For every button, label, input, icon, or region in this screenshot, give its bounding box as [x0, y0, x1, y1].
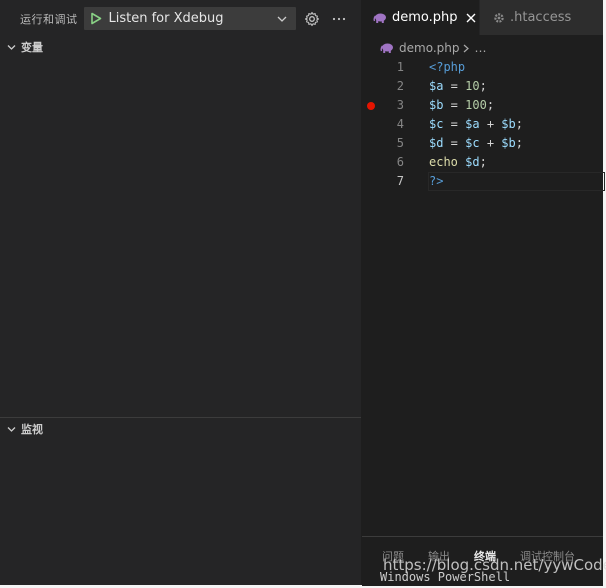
chevron-down-icon: [7, 426, 16, 432]
debug-config-select[interactable]: Listen for Xdebug: [83, 7, 296, 30]
php-elephant-icon: [380, 43, 393, 53]
gear-icon: [494, 12, 504, 23]
watch-section-label: 监视: [21, 423, 43, 436]
tab-demo-php[interactable]: demo.php: [362, 0, 479, 35]
gear-icon[interactable]: [301, 8, 323, 30]
code-token: $a: [465, 117, 480, 131]
tab-label: demo.php: [392, 10, 458, 25]
line-number: 3: [396, 98, 404, 112]
breadcrumb-symbol[interactable]: …: [474, 41, 486, 55]
code-token: =: [443, 79, 466, 93]
code-text: $c = $a + $b;: [429, 115, 523, 134]
php-elephant-icon: [373, 13, 386, 23]
code-line[interactable]: 1 <?php: [362, 58, 603, 77]
line-number: 7: [396, 174, 404, 188]
chevron-right-icon: [464, 44, 470, 52]
code-token: =: [443, 117, 466, 131]
code-token: echo: [429, 155, 458, 169]
code-editor[interactable]: 1 <?php 2 $a = 10; 3 $b = 100; 4 $c = $a + $b; 5…: [362, 58, 605, 191]
code-token: $d: [429, 136, 444, 150]
tab-htaccess[interactable]: .htaccess: [480, 0, 603, 35]
debug-toolbar: 运行和调试 Listen for Xdebug: [0, 0, 361, 37]
code-token: +: [479, 136, 502, 150]
code-line[interactable]: 3 $b = 100;: [362, 96, 603, 115]
line-number: 4: [396, 117, 404, 131]
code-token: $b: [501, 136, 516, 150]
code-line[interactable]: 6 echo $d;: [362, 153, 603, 172]
line-number: 6: [396, 155, 404, 169]
code-text: echo $d;: [429, 153, 487, 172]
code-token: ;: [515, 136, 523, 150]
line-number: 5: [396, 136, 404, 150]
code-text: $b = 100;: [429, 96, 494, 115]
code-token: $b: [429, 98, 444, 112]
code-token: 10: [465, 79, 480, 93]
chevron-down-icon: [277, 16, 286, 22]
window-frame: 运行和调试 Listen for Xdebug 变量 监视 demo.php .…: [0, 0, 606, 588]
code-token: $b: [501, 117, 516, 131]
code-token: +: [479, 117, 502, 131]
code-token: ;: [515, 117, 523, 131]
code-line[interactable]: 5 $d = $c + $b;: [362, 134, 603, 153]
variables-section-header[interactable]: 变量: [0, 36, 361, 58]
start-debugging-play-icon[interactable]: [89, 12, 103, 26]
line-number: 2: [396, 79, 404, 93]
code-token: $a: [429, 79, 444, 93]
code-token: ;: [486, 98, 495, 112]
more-actions-icon[interactable]: [328, 8, 350, 30]
code-token: ?>: [429, 174, 444, 188]
breadcrumb: demo.php …: [380, 38, 486, 58]
debug-sidebar: 运行和调试 Listen for Xdebug 变量 监视: [0, 0, 362, 585]
editor-tabs: demo.php .htaccess: [362, 0, 603, 35]
code-line[interactable]: 2 $a = 10;: [362, 77, 603, 96]
variables-section-label: 变量: [21, 41, 43, 54]
breadcrumb-file[interactable]: demo.php: [399, 41, 459, 55]
code-token: <?php: [429, 60, 466, 74]
line-number: 1: [396, 60, 404, 74]
code-text: $d = $c + $b;: [429, 134, 523, 153]
watermark-url: https://blog.csdn.net/yywCode: [383, 556, 606, 574]
code-token: =: [443, 98, 466, 112]
code-token: $c: [429, 117, 444, 131]
watch-section-header[interactable]: 监视: [0, 418, 361, 440]
code-token: $c: [465, 136, 480, 150]
code-token: $d: [465, 155, 480, 169]
current-line-highlight: [428, 172, 605, 191]
code-token: =: [443, 136, 466, 150]
code-token: ;: [479, 155, 487, 169]
code-line[interactable]: 7 ?>: [362, 172, 605, 191]
chevron-down-icon: [7, 44, 16, 50]
code-token: 100: [465, 98, 487, 112]
editor-area: demo.php .htaccess demo.php … 1 <?php 2 …: [362, 0, 605, 586]
close-icon[interactable]: [466, 13, 476, 23]
run-and-debug-title: 运行和调试: [20, 12, 78, 26]
breakpoint-icon[interactable]: [367, 102, 375, 110]
tab-label: .htaccess: [510, 10, 572, 25]
code-text: $a = 10;: [429, 77, 487, 96]
code-text: <?php: [429, 58, 465, 77]
code-text: ?>: [429, 172, 443, 191]
debug-config-name: Listen for Xdebug: [108, 11, 224, 26]
code-token: ;: [479, 79, 487, 93]
code-line[interactable]: 4 $c = $a + $b;: [362, 115, 603, 134]
